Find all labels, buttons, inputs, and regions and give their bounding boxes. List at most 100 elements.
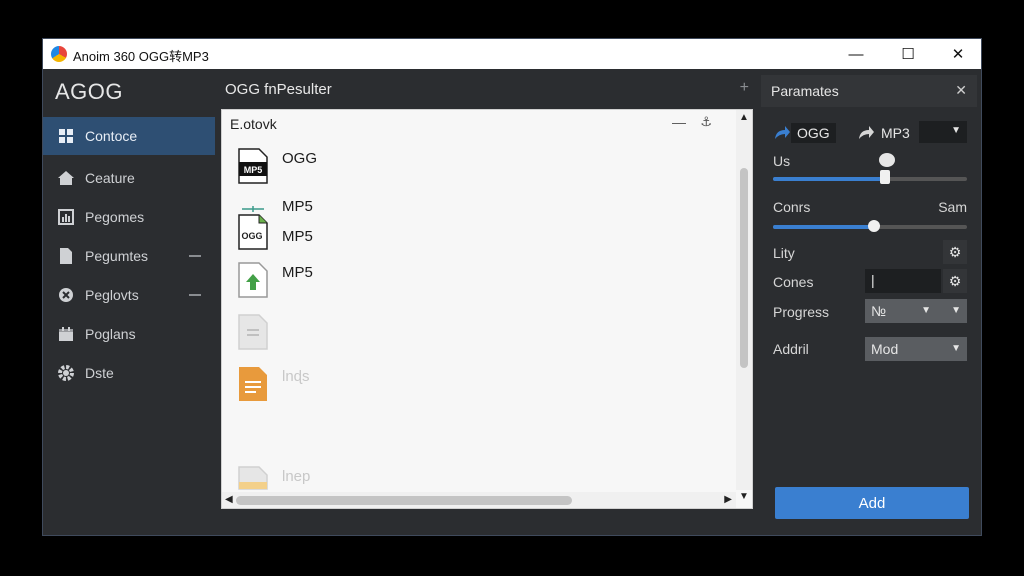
upload-file-icon xyxy=(238,262,268,298)
gear-icon: ⚙ xyxy=(948,272,962,289)
scroll-left-icon[interactable]: ◀ xyxy=(225,494,233,505)
slider-thumb[interactable] xyxy=(867,220,880,232)
scroll-thumb[interactable] xyxy=(740,168,748,368)
sidebar-item-ceature[interactable]: Ceature xyxy=(43,159,215,197)
gear-icon xyxy=(57,364,75,382)
file-label: OGG xyxy=(282,150,318,167)
addril-select[interactable]: Mod ▼ xyxy=(865,337,967,361)
content-title: OGG fnPesulter xyxy=(225,81,332,98)
sidebar-item-label: Pegomes xyxy=(85,209,145,225)
vertical-scrollbar[interactable]: ▲ ▼ xyxy=(736,110,752,502)
panel-title: E.otovk xyxy=(230,116,277,132)
cones-label: Cones xyxy=(773,274,814,290)
arrow-icon xyxy=(859,126,874,139)
slider-fill xyxy=(773,177,886,181)
parameters-title: Paramates xyxy=(771,83,839,99)
scroll-down-icon[interactable]: ▼ xyxy=(739,491,749,502)
ogg-icon-text: OGG xyxy=(241,231,262,241)
chart-icon xyxy=(57,208,75,226)
document-icon xyxy=(57,247,75,265)
sidebar-item-label: Ceature xyxy=(85,170,135,186)
close-circle-icon xyxy=(57,286,75,304)
sidebar-item-label: Pegumtes xyxy=(85,248,149,264)
target-format-label: MP3 xyxy=(881,125,910,141)
sam-label: Sam xyxy=(938,199,967,215)
file-panel: E.otovk — ⚓ MP5 OGG MP5 OGG MP5 MP5 lnɖs… xyxy=(221,109,753,509)
gear-icon: ⚙ xyxy=(948,243,962,260)
file-label: MP5 xyxy=(282,198,313,215)
scroll-up-icon[interactable]: ▲ xyxy=(739,112,749,123)
cones-settings-button[interactable]: ⚙ xyxy=(943,269,967,293)
format-dropdown[interactable]: ▼ xyxy=(919,121,967,143)
calendar-icon xyxy=(57,325,75,343)
us-label: Us xyxy=(773,153,791,169)
home-icon xyxy=(57,169,75,187)
source-format[interactable]: OGG xyxy=(773,121,836,145)
mp5-icon-text: MP5 xyxy=(244,165,263,175)
chevron-down-icon: ▼ xyxy=(921,305,931,316)
file-label: MP5 xyxy=(282,228,313,245)
folder-file-icon xyxy=(238,466,268,490)
panel-pin-icon[interactable]: ⚓ xyxy=(700,114,712,130)
mp5-file-icon: MP5 xyxy=(238,148,268,184)
sidebar-item-pegumtes[interactable]: Pegumtes xyxy=(43,237,215,275)
content-header: OGG fnPesulter + xyxy=(221,69,753,109)
file-label: lnɖs xyxy=(282,368,310,385)
scroll-right-icon[interactable]: ▶ xyxy=(724,494,732,505)
chevron-down-icon: ▼ xyxy=(951,343,961,354)
panel-minimize-icon[interactable]: — xyxy=(672,114,686,130)
cones-input-value: | xyxy=(871,272,875,288)
sidebar-item-poglans[interactable]: Poglans xyxy=(43,315,215,353)
sidebar-item-pegomes[interactable]: Pegomes xyxy=(43,198,215,236)
target-format[interactable]: MP3 xyxy=(857,121,910,145)
app-logo: AGOG xyxy=(55,79,124,104)
title-bar: Anoim 360 OGG转MP3 — ☐ ✕ xyxy=(43,39,981,69)
app-logo-icon xyxy=(51,46,67,62)
cones-input[interactable]: | xyxy=(865,269,941,293)
conrs-slider[interactable] xyxy=(773,220,967,232)
collapse-dash-icon[interactable] xyxy=(189,255,201,257)
file-label: lnep xyxy=(282,468,311,485)
minimize-button[interactable]: — xyxy=(833,39,879,69)
close-button[interactable]: ✕ xyxy=(935,39,981,69)
scroll-thumb[interactable] xyxy=(236,496,572,505)
lity-settings-button[interactable]: ⚙ xyxy=(943,240,967,264)
sidebar-item-dste[interactable]: Dste xyxy=(43,354,215,392)
sidebar: AGOG Contoce Ceature Pegomes Pegumtes Pe… xyxy=(43,69,215,535)
close-icon[interactable]: ✕ xyxy=(955,82,967,99)
window-title: Anoim 360 OGG转MP3 xyxy=(73,49,209,64)
maximize-button[interactable]: ☐ xyxy=(885,39,931,69)
app-window: Anoim 360 OGG转MP3 — ☐ ✕ AGOG Contoce Cea… xyxy=(42,38,982,536)
source-format-label: OGG xyxy=(791,123,836,143)
chevron-down-icon: ▼ xyxy=(951,125,961,136)
progress-select-value: № xyxy=(871,303,887,319)
divider-icon xyxy=(242,206,264,212)
horizontal-scrollbar[interactable]: ◀ ▶ xyxy=(222,492,736,508)
collapse-dash-icon[interactable] xyxy=(189,294,201,296)
parameters-header: Paramates ✕ xyxy=(761,75,977,107)
parameters-panel: Paramates ✕ OGG MP3 ▼ Us Conrs Sam Lity … xyxy=(761,75,977,529)
progress-select[interactable]: № ▼ ▼ xyxy=(865,299,967,323)
add-tab-icon[interactable]: + xyxy=(740,79,749,97)
orange-document-icon xyxy=(239,367,267,401)
conrs-label: Conrs xyxy=(773,199,811,215)
chevron-down-icon: ▼ xyxy=(951,305,961,316)
faded-file-icon xyxy=(238,314,268,350)
lity-label: Lity xyxy=(773,245,795,261)
addril-label: Addril xyxy=(773,341,809,357)
slider-fill xyxy=(773,225,874,229)
panel-header: E.otovk — ⚓ xyxy=(222,110,736,138)
sidebar-item-label: Peglovts xyxy=(85,287,139,303)
sidebar-item-contoce[interactable]: Contoce xyxy=(43,117,215,155)
slider-thumb[interactable] xyxy=(879,170,890,184)
ogg-file-icon: OGG xyxy=(238,214,268,250)
grid-icon xyxy=(57,127,75,145)
arrow-icon xyxy=(775,126,790,139)
file-label: MP5 xyxy=(282,264,313,281)
sidebar-item-label: Dste xyxy=(85,365,114,381)
us-slider[interactable] xyxy=(773,170,967,184)
sidebar-item-label: Poglans xyxy=(85,326,136,342)
add-button[interactable]: Add xyxy=(775,487,969,519)
sidebar-item-peglovts[interactable]: Peglovts xyxy=(43,276,215,314)
progress-label: Progress xyxy=(773,304,830,320)
